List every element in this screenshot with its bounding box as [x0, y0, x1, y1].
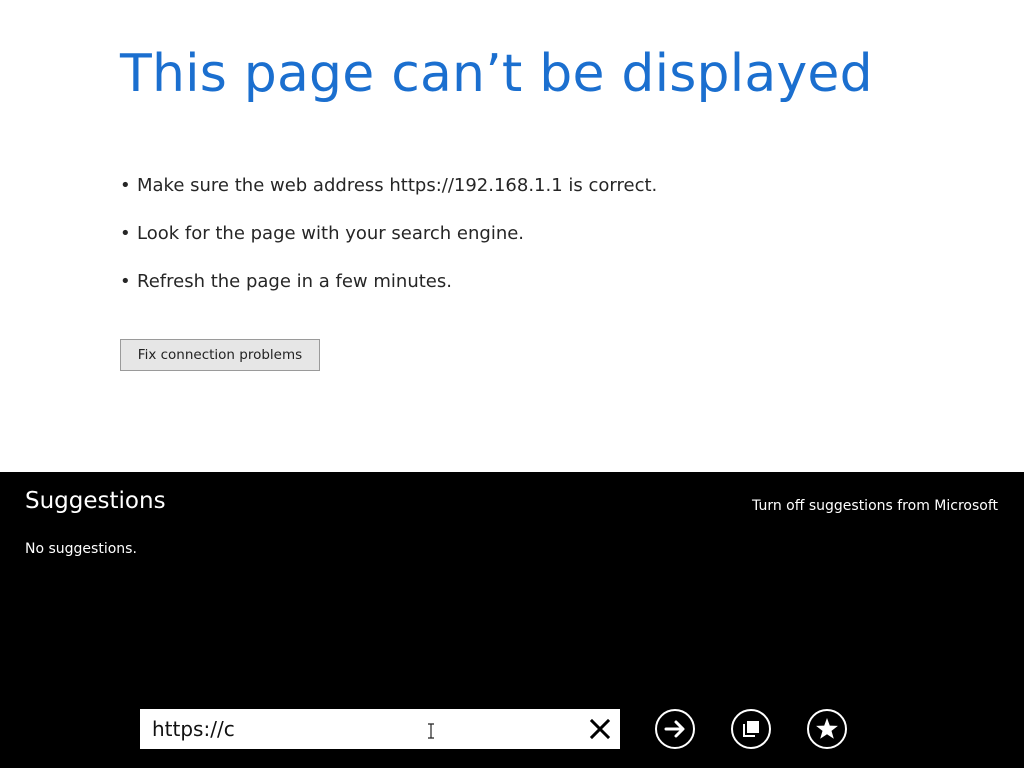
fix-connection-problems-button[interactable]: Fix connection problems	[120, 339, 320, 371]
star-icon	[816, 718, 838, 739]
error-page: This page can’t be displayed • Make sure…	[0, 0, 1024, 472]
address-bar[interactable]	[140, 709, 620, 749]
suggestions-title: Suggestions	[25, 488, 166, 514]
bullet: •	[120, 175, 131, 196]
address-input[interactable]	[152, 715, 532, 743]
close-icon[interactable]	[588, 717, 612, 741]
arrow-right-circle-icon	[664, 720, 685, 738]
tabs-button[interactable]	[731, 709, 771, 749]
bullet: •	[120, 271, 131, 292]
list-item: • Refresh the page in a few minutes.	[120, 271, 657, 319]
tip-text: Look for the page with your search engin…	[137, 223, 525, 244]
page-title: This page can’t be displayed	[120, 44, 873, 104]
list-item: • Look for the page with your search eng…	[120, 223, 657, 271]
turn-off-suggestions-link[interactable]: Turn off suggestions from Microsoft	[752, 498, 998, 514]
text-cursor-icon	[428, 723, 434, 739]
bullet: •	[120, 223, 131, 244]
go-button[interactable]	[655, 709, 695, 749]
favorites-button[interactable]	[807, 709, 847, 749]
tips-list: • Make sure the web address https://192.…	[120, 175, 657, 319]
list-item: • Make sure the web address https://192.…	[120, 175, 657, 223]
tip-text: Refresh the page in a few minutes.	[137, 271, 452, 292]
tip-text: Make sure the web address https://192.16…	[137, 175, 658, 196]
no-suggestions-text: No suggestions.	[25, 541, 137, 557]
app-bar: Suggestions Turn off suggestions from Mi…	[0, 472, 1024, 768]
tabs-icon	[743, 721, 759, 737]
